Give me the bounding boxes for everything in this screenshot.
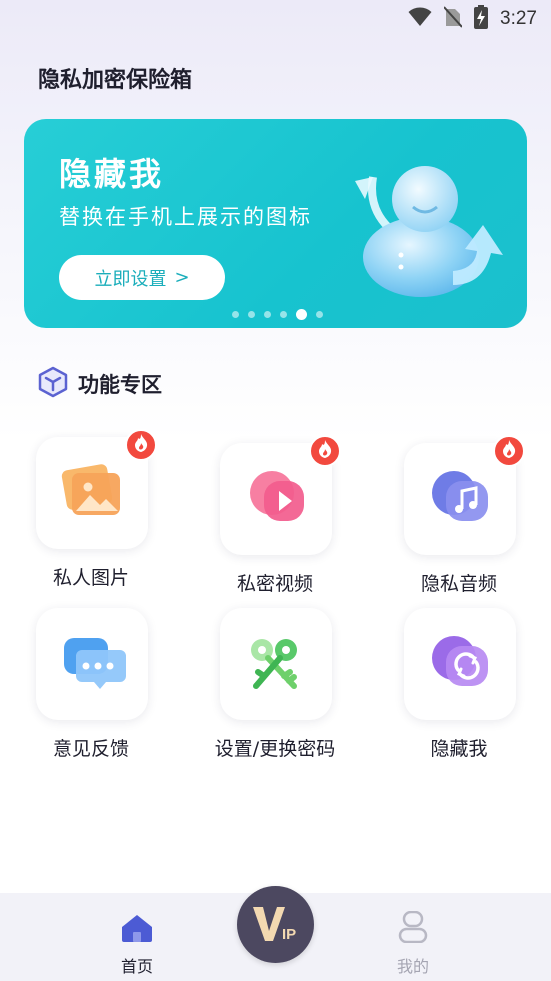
svg-text:IP: IP	[282, 926, 296, 943]
feature-label: 设置/更换密码	[214, 738, 336, 760]
carousel-dot	[232, 311, 239, 318]
page-title: 隐私加密保险箱	[38, 68, 193, 93]
music-note-icon	[426, 463, 494, 535]
hot-badge	[309, 435, 341, 467]
carousel-dot	[316, 311, 323, 318]
hot-badge	[493, 435, 525, 467]
vip-button[interactable]: IP	[237, 886, 314, 963]
swap-icon	[426, 628, 494, 700]
user-swap-illustration	[343, 137, 513, 307]
feature-label: 私人图片	[52, 567, 129, 589]
banner-subtitle: 替换在手机上展示的图标	[59, 205, 312, 229]
feature-label: 私密视频	[236, 573, 313, 595]
hot-badge	[125, 429, 157, 461]
feature-hide-me[interactable]	[404, 608, 516, 720]
feature-change-password[interactable]	[220, 608, 332, 720]
flame-icon	[501, 439, 517, 463]
nav-home-label: 首页	[120, 957, 153, 976]
person-icon	[398, 910, 428, 947]
battery-charging-icon	[474, 5, 489, 33]
setup-now-label: 立即设置	[94, 268, 167, 290]
carousel-dot	[280, 311, 287, 318]
picture-icon	[58, 457, 126, 529]
flame-icon	[317, 439, 333, 463]
nav-mine[interactable]: 我的	[363, 893, 463, 981]
section-title: 功能专区	[78, 373, 162, 397]
nav-mine-label: 我的	[396, 957, 429, 976]
carousel-dot	[248, 311, 255, 318]
no-sim-icon	[443, 6, 463, 32]
keys-icon	[242, 628, 310, 700]
chat-bubble-icon	[58, 628, 126, 700]
carousel-dot	[264, 311, 271, 318]
carousel-dot	[296, 309, 307, 320]
feature-label: 隐私音频	[420, 573, 497, 595]
vip-logo-icon: IP	[249, 901, 303, 949]
feature-label: 意见反馈	[52, 738, 129, 760]
feature-label: 隐藏我	[430, 738, 488, 760]
wifi-icon	[408, 7, 432, 31]
feature-feedback[interactable]	[36, 608, 148, 720]
status-bar: 3:27	[0, 0, 551, 38]
video-play-icon	[242, 463, 310, 535]
home-icon	[120, 913, 154, 947]
cube-icon	[38, 366, 68, 402]
setup-now-button[interactable]: 立即设置 >	[59, 255, 225, 300]
carousel-indicator	[232, 309, 323, 320]
flame-icon	[133, 433, 149, 457]
status-time: 3:27	[500, 8, 537, 29]
nav-home[interactable]: 首页	[87, 893, 187, 981]
promo-banner[interactable]: 隐藏我 替换在手机上展示的图标 立即设置 >	[24, 119, 527, 328]
banner-title: 隐藏我	[59, 155, 165, 193]
section-header: 功能专区	[38, 366, 162, 402]
chevron-right-icon: >	[174, 267, 190, 288]
